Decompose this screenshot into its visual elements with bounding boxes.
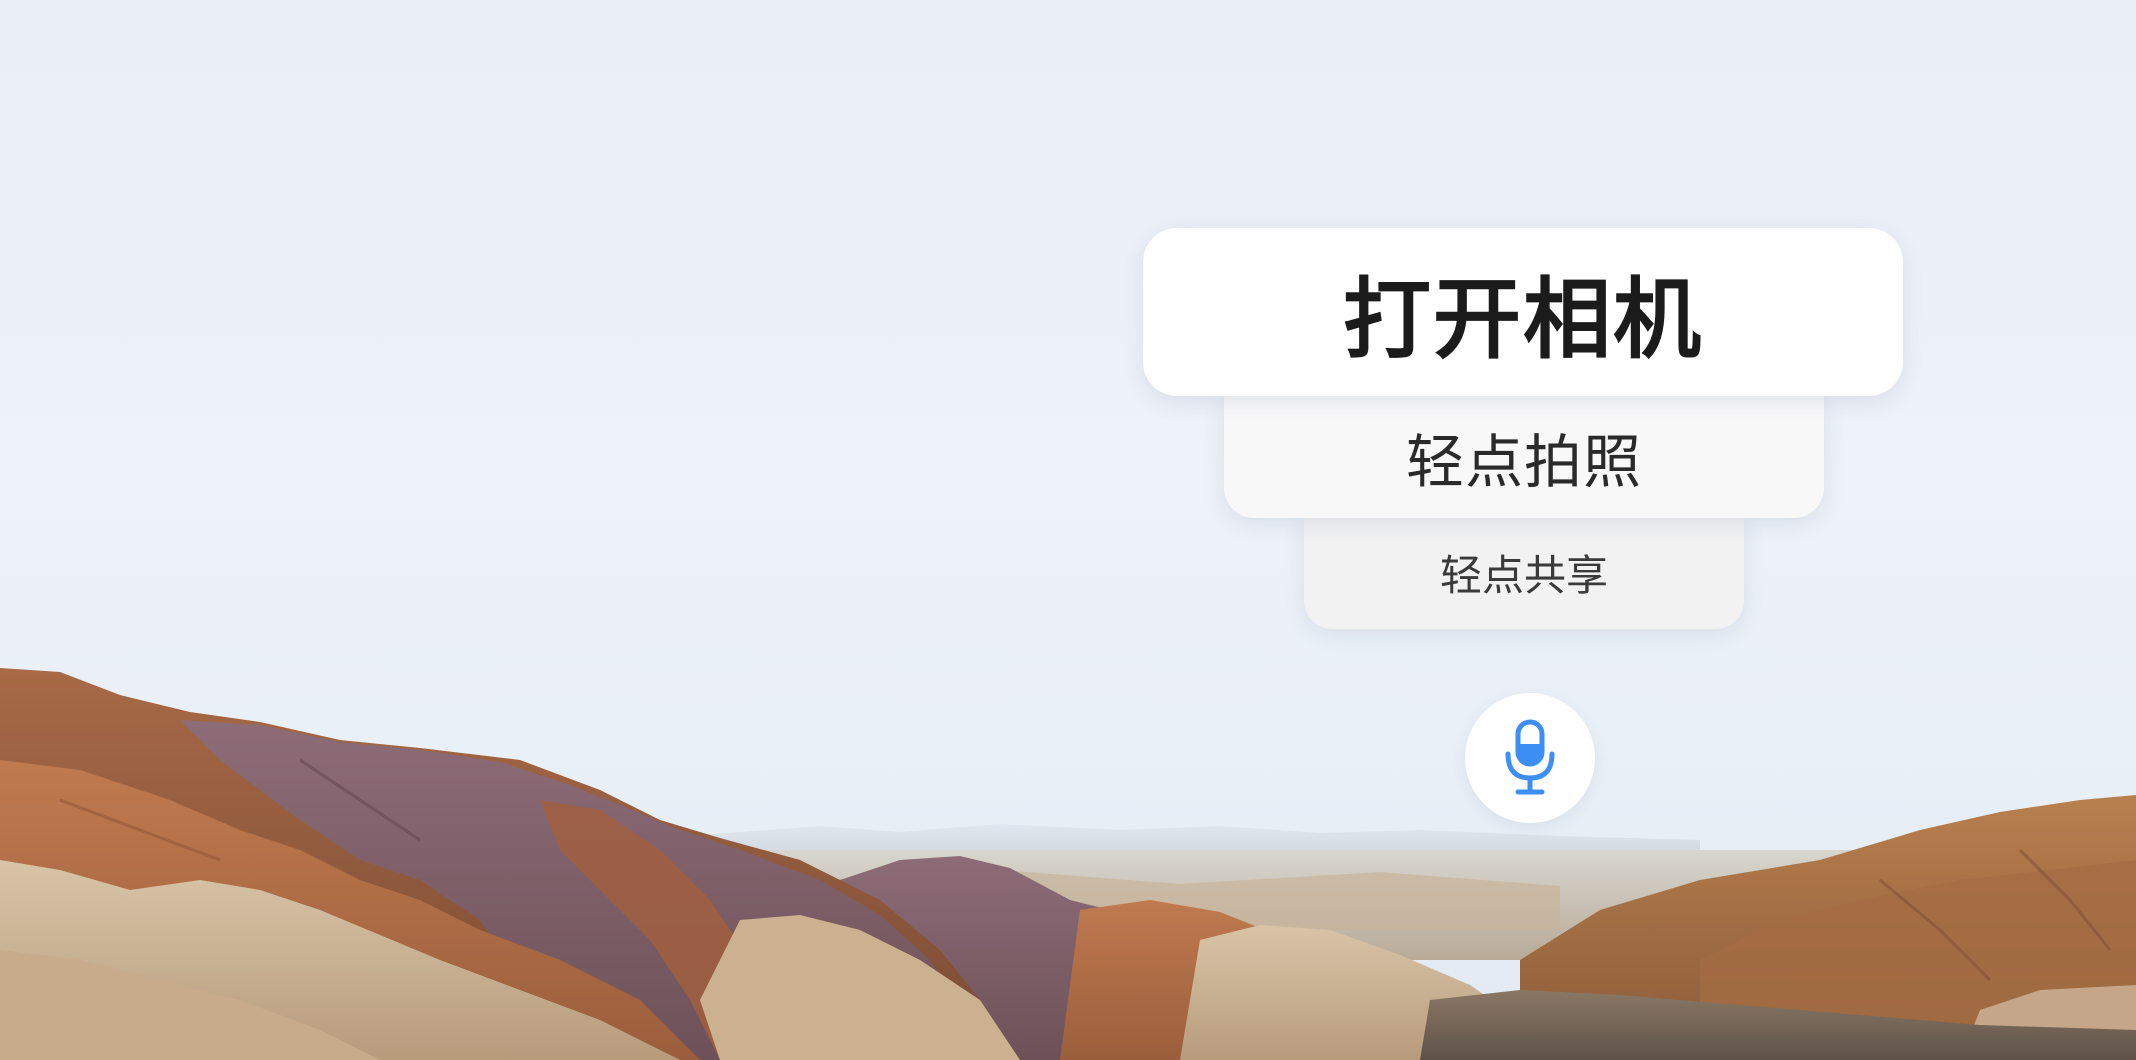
voice-suggestion-tertiary-label: 轻点共享 <box>1439 551 1608 600</box>
microphone-icon <box>1505 719 1555 795</box>
voice-suggestion-primary-label: 打开相机 <box>1342 267 1703 371</box>
wallpaper-landscape <box>0 668 2136 1060</box>
voice-assistant-screen: 打开相机 轻点拍照 轻点共享 <box>0 0 2136 1060</box>
voice-suggestion-secondary[interactable]: 轻点拍照 <box>1224 396 1824 518</box>
voice-suggestion-tertiary[interactable]: 轻点共享 <box>1304 516 1744 629</box>
microphone-button[interactable] <box>1465 693 1595 823</box>
voice-suggestion-secondary-label: 轻点拍照 <box>1405 428 1642 496</box>
voice-suggestion-primary[interactable]: 打开相机 <box>1143 228 1903 396</box>
